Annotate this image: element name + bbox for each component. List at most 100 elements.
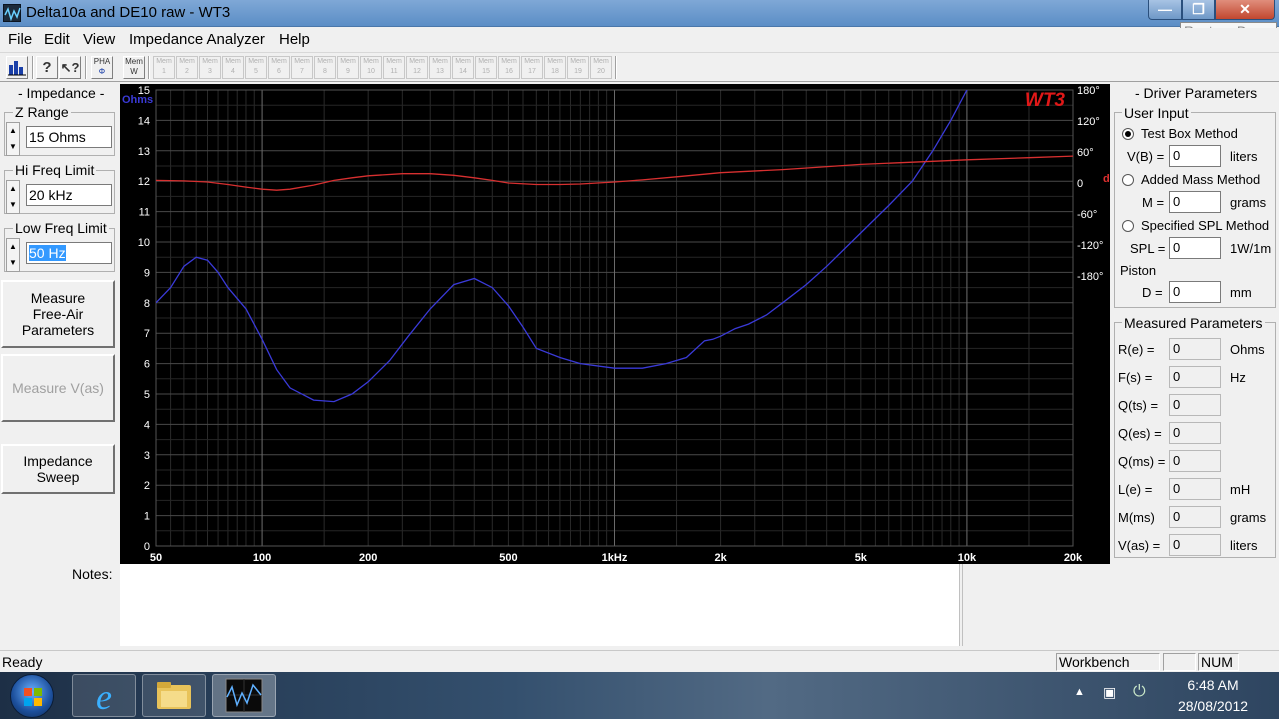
minimize-button[interactable]: — — [1148, 0, 1182, 20]
impedance-sweep-button[interactable]: Impedance Sweep — [1, 444, 115, 494]
memory-slot-9-button[interactable]: Mem 9 — [337, 56, 359, 79]
measured-param-value[interactable]: 0 — [1169, 534, 1221, 556]
measured-param-value[interactable]: 0 — [1169, 450, 1221, 472]
measured-param-value[interactable]: 0 — [1169, 506, 1221, 528]
vb-input[interactable]: 0 — [1169, 145, 1221, 167]
memory-slot-11-button[interactable]: Mem 11 — [383, 56, 405, 79]
memory-slot-5-button[interactable]: Mem 5 — [245, 56, 267, 79]
file-explorer-icon[interactable] — [142, 674, 206, 717]
memory-slot-6-button[interactable]: Mem 6 — [268, 56, 290, 79]
menu-help[interactable]: Help — [279, 31, 310, 48]
menu-edit[interactable]: Edit — [44, 31, 70, 48]
y2-tick-label: 120° — [1077, 116, 1100, 128]
test-box-method-label[interactable]: Test Box Method — [1141, 126, 1238, 141]
memory-slot-17-button[interactable]: Mem 17 — [521, 56, 543, 79]
test-box-method-radio[interactable] — [1122, 128, 1134, 140]
measure-free-air-button[interactable]: Measure Free-Air Parameters — [1, 280, 115, 348]
toolbar-separator — [85, 56, 87, 79]
clock-date[interactable]: 28/08/2012 — [1168, 698, 1258, 714]
memory-slot-7-button[interactable]: Mem 7 — [291, 56, 313, 79]
memory-slot-2-button[interactable]: Mem 2 — [176, 56, 198, 79]
power-icon[interactable]: ⏻ — [1133, 683, 1146, 701]
measured-param-value[interactable]: 0 — [1169, 338, 1221, 360]
hi-freq-spinner[interactable]: ▲ ▼ — [6, 180, 20, 214]
memory-slot-number: 18 — [551, 68, 559, 75]
z-range-field[interactable]: 15 Ohms — [26, 126, 112, 148]
m-unit: grams — [1230, 195, 1267, 210]
help-icon[interactable]: ? — [36, 56, 58, 79]
y-tick-label: 1 — [144, 511, 150, 523]
wt3-taskbar-icon[interactable] — [212, 674, 276, 717]
vb-unit: liters — [1230, 149, 1258, 164]
specified-spl-method-radio[interactable] — [1122, 220, 1134, 232]
memory-slot-8-button[interactable]: Mem 8 — [314, 56, 336, 79]
memory-slot-number: 13 — [436, 68, 444, 75]
memory-slot-number: 19 — [574, 68, 582, 75]
spl-input[interactable]: 0 — [1169, 237, 1221, 259]
menu-impedance-analyzer[interactable]: Impedance Analyzer — [129, 31, 265, 48]
user-input-title: User Input — [1122, 105, 1191, 121]
memory-slot-number: 4 — [231, 68, 235, 75]
menu-view[interactable]: View — [83, 31, 115, 48]
phase-toggle-button[interactable]: PHA Φ — [91, 56, 113, 79]
piston-label: Piston — [1120, 263, 1157, 278]
m-input[interactable]: 0 — [1169, 191, 1221, 213]
memory-slot-number: 10 — [367, 68, 375, 75]
memory-write-button[interactable]: Mem W — [123, 56, 145, 79]
memory-slot-15-button[interactable]: Mem 15 — [475, 56, 497, 79]
added-mass-method-label[interactable]: Added Mass Method — [1141, 172, 1260, 187]
measured-param-value[interactable]: 0 — [1169, 422, 1221, 444]
memory-slot-18-button[interactable]: Mem 18 — [544, 56, 566, 79]
z-range-spinner[interactable]: ▲ ▼ — [6, 122, 20, 156]
internet-explorer-icon[interactable]: e — [72, 674, 136, 717]
added-mass-method-radio[interactable] — [1122, 174, 1134, 186]
memory-slot-16-button[interactable]: Mem 16 — [498, 56, 520, 79]
clock-time[interactable]: 6:48 AM — [1168, 677, 1258, 693]
memory-slot-10-button[interactable]: Mem 10 — [360, 56, 382, 79]
notes-scrollbar[interactable] — [962, 564, 970, 646]
context-help-icon[interactable]: ↖? — [59, 56, 81, 79]
memory-slot-13-button[interactable]: Mem 13 — [429, 56, 451, 79]
memory-slot-number: 8 — [323, 68, 327, 75]
low-freq-label: Low Freq Limit — [13, 220, 109, 236]
measured-param-label: Q(ts) = — [1118, 398, 1159, 413]
low-freq-field[interactable]: 50 Hz — [26, 242, 112, 264]
memory-slot-19-button[interactable]: Mem 19 — [567, 56, 589, 79]
status-text: Ready — [2, 654, 43, 670]
svg-text:e: e — [96, 677, 112, 716]
specified-spl-method-label[interactable]: Specified SPL Method — [1141, 218, 1269, 233]
right-axis-unit: deg — [1103, 173, 1110, 185]
hi-freq-field[interactable]: 20 kHz — [26, 184, 112, 206]
measured-param-value[interactable]: 0 — [1169, 394, 1221, 416]
notes-textarea[interactable] — [120, 564, 960, 646]
y-tick-label: 5 — [144, 389, 150, 401]
memory-slot-4-button[interactable]: Mem 4 — [222, 56, 244, 79]
memory-slot-14-button[interactable]: Mem 14 — [452, 56, 474, 79]
d-unit: mm — [1230, 285, 1252, 300]
chart-icon[interactable] — [6, 56, 28, 79]
close-button[interactable]: ✕ — [1215, 0, 1275, 20]
memory-slot-1-button[interactable]: Mem 1 — [153, 56, 175, 79]
menu-file[interactable]: File — [8, 31, 32, 48]
measured-param-value[interactable]: 0 — [1169, 366, 1221, 388]
memory-slot-20-button[interactable]: Mem 20 — [590, 56, 612, 79]
window-title: Delta10a and DE10 raw - WT3 — [26, 4, 231, 21]
y-tick-label: 10 — [138, 237, 150, 249]
measured-param-value[interactable]: 0 — [1169, 478, 1221, 500]
memory-slot-number: 12 — [413, 68, 421, 75]
memory-slot-number: 14 — [459, 68, 467, 75]
memory-slot-12-button[interactable]: Mem 12 — [406, 56, 428, 79]
memory-slot-3-button[interactable]: Mem 3 — [199, 56, 221, 79]
restore-button[interactable]: ❐ — [1182, 0, 1215, 20]
d-input[interactable]: 0 — [1169, 281, 1221, 303]
start-button[interactable] — [10, 674, 54, 718]
network-icon[interactable]: ▣ — [1103, 684, 1116, 701]
memory-slot-mem-label: Mem — [455, 58, 471, 65]
y-tick-label: 4 — [144, 419, 150, 431]
show-hidden-icons-arrow[interactable]: ▲ — [1074, 686, 1085, 698]
wt3-app-icon[interactable] — [3, 4, 21, 22]
y-tick-label: 13 — [138, 146, 150, 158]
measured-param-label: Q(es) = — [1118, 426, 1162, 441]
measure-vas-button[interactable]: Measure V(as) — [1, 354, 115, 422]
low-freq-spinner[interactable]: ▲ ▼ — [6, 238, 20, 272]
